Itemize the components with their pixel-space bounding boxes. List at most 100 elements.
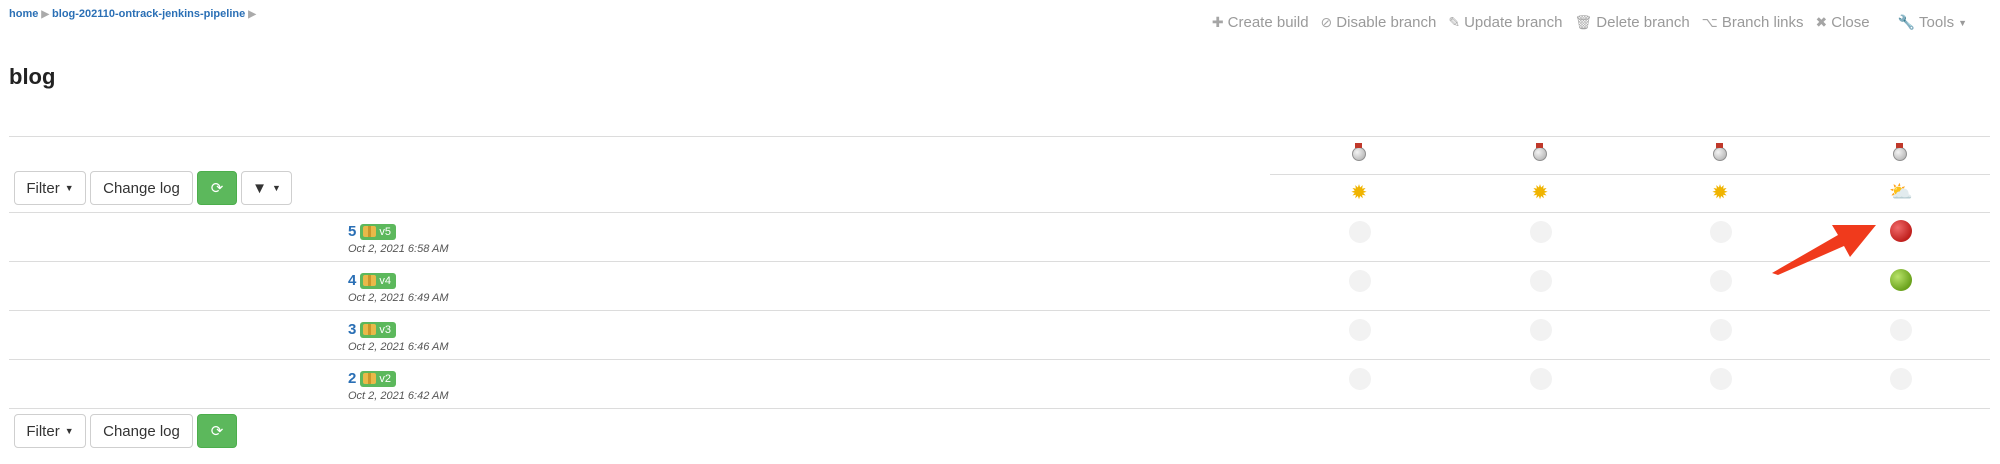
close-icon: ✖ (1815, 14, 1828, 30)
validation-status-empty[interactable] (1530, 221, 1552, 243)
chevron-down-icon: ▼ (271, 183, 281, 193)
package-icon (363, 373, 377, 384)
tools-dropdown[interactable]: 🔧 Tools ▼ (1898, 14, 1967, 31)
sunny-weather-icon: ✹ (1350, 182, 1368, 204)
filter-dropdown-button[interactable]: Filter ▼ (14, 171, 86, 205)
build-date: Oct 2, 2021 6:42 AM (348, 390, 449, 402)
table-row: 4 v4 Oct 2, 2021 6:49 AM (348, 272, 448, 304)
validation-status-empty[interactable] (1710, 221, 1732, 243)
promotion-badge[interactable]: v5 (360, 223, 396, 240)
close-label: Close (1831, 14, 1870, 31)
promotion-badge[interactable]: v2 (360, 370, 396, 387)
update-branch-button[interactable]: ✎ Update branch (1448, 14, 1562, 31)
validation-status-passed-icon[interactable] (1890, 269, 1912, 291)
branch-links-label: Branch links (1721, 14, 1804, 31)
funnel-icon: ▼ (252, 179, 267, 197)
breadcrumb-project-link[interactable]: blog-202110-ontrack-jenkins-pipeline (52, 8, 245, 20)
create-build-button[interactable]: ✚ Create build (1212, 14, 1309, 31)
table-row: 3 v3 Oct 2, 2021 6:46 AM (348, 321, 448, 353)
branch-links-button[interactable]: ⌥ Branch links (1702, 14, 1804, 31)
plus-icon: ✚ (1211, 14, 1224, 30)
table-row: 5 v5 Oct 2, 2021 6:58 AM (348, 223, 448, 255)
build-label: v2 (379, 372, 391, 385)
validation-stamp-header[interactable] (1889, 143, 1911, 161)
validation-stamp-icon (1893, 143, 1907, 161)
validation-stamp-header[interactable] (1529, 143, 1551, 161)
validation-status-empty[interactable] (1710, 319, 1732, 341)
breadcrumb-home-link[interactable]: home (9, 8, 38, 20)
package-icon (363, 324, 377, 335)
validation-status-empty[interactable] (1530, 368, 1552, 390)
tools-label: Tools (1919, 14, 1955, 31)
validation-status-empty[interactable] (1710, 270, 1732, 292)
table-row: 2 v2 Oct 2, 2021 6:42 AM (348, 370, 448, 402)
wrench-icon: 🔧 (1897, 14, 1916, 30)
branch-actions: ✚ Create build ⊘ Disable branch ✎ Update… (1212, 14, 1967, 31)
build-number-link[interactable]: 4 (348, 272, 356, 289)
validation-status-empty[interactable] (1710, 368, 1732, 390)
promotion-badge[interactable]: v3 (360, 321, 396, 338)
refresh-button[interactable]: ⟳ (197, 414, 237, 448)
build-date: Oct 2, 2021 6:49 AM (348, 292, 449, 304)
header-bottom-divider (9, 212, 1990, 213)
validation-status-empty[interactable] (1890, 319, 1912, 341)
validation-status-empty[interactable] (1349, 270, 1371, 292)
change-log-label: Change log (103, 422, 180, 440)
breadcrumb-separator-icon: ▶ (248, 8, 256, 20)
validation-status-empty[interactable] (1349, 368, 1371, 390)
row-divider (9, 261, 1990, 262)
filter-dropdown-button[interactable]: Filter ▼ (14, 414, 86, 448)
build-number-link[interactable]: 3 (348, 321, 356, 338)
build-label: v4 (379, 274, 391, 287)
filter-label: Filter (26, 179, 60, 197)
validation-stamp-icon (1533, 143, 1547, 161)
build-label: v5 (379, 225, 391, 238)
change-log-button[interactable]: Change log (90, 414, 193, 448)
build-number-link[interactable]: 2 (348, 370, 356, 387)
page-title: blog (9, 64, 56, 89)
change-log-button[interactable]: Change log (90, 171, 193, 205)
validation-stamp-header[interactable] (1348, 143, 1370, 161)
chevron-down-icon: ▼ (64, 183, 74, 193)
chevron-down-icon: ▼ (1958, 17, 1967, 28)
validation-status-failed-icon[interactable] (1890, 220, 1912, 242)
change-log-label: Change log (103, 179, 180, 197)
promotion-badge[interactable]: v4 (360, 272, 396, 289)
update-branch-label: Update branch (1464, 14, 1563, 31)
refresh-icon: ⟳ (210, 423, 224, 440)
table-top-divider (9, 136, 1990, 137)
delete-branch-label: Delete branch (1596, 14, 1690, 31)
pencil-icon: ✎ (1448, 14, 1461, 30)
validation-status-empty[interactable] (1530, 270, 1552, 292)
delete-branch-button[interactable]: 🗑 Delete branch (1574, 14, 1689, 31)
annotation-arrow-icon (1772, 225, 1876, 275)
filter-options-button[interactable]: ▼ ▼ (241, 171, 292, 205)
refresh-icon: ⟳ (210, 180, 224, 197)
row-divider (9, 359, 1990, 360)
refresh-button[interactable]: ⟳ (197, 171, 237, 205)
build-number-link[interactable]: 5 (348, 223, 356, 240)
disable-branch-label: Disable branch (1336, 14, 1437, 31)
validation-status-empty[interactable] (1530, 319, 1552, 341)
create-build-label: Create build (1227, 14, 1309, 31)
validation-status-empty[interactable] (1349, 221, 1371, 243)
close-button[interactable]: ✖ Close (1816, 14, 1870, 31)
branch-links-icon: ⌥ (1701, 14, 1718, 30)
package-icon (363, 275, 377, 286)
breadcrumb-separator-icon: ▶ (41, 8, 50, 20)
disable-branch-button[interactable]: ⊘ Disable branch (1321, 14, 1437, 31)
sunny-weather-icon: ✹ (1531, 182, 1549, 204)
validation-stamp-icon (1352, 143, 1366, 161)
ban-icon: ⊘ (1320, 14, 1333, 30)
build-label: v3 (379, 323, 391, 336)
chevron-down-icon: ▼ (64, 426, 74, 436)
sunny-weather-icon: ✹ (1711, 182, 1729, 204)
breadcrumb: home ▶ blog-202110-ontrack-jenkins-pipel… (9, 8, 259, 20)
validation-stamp-header[interactable] (1709, 143, 1731, 161)
validation-status-empty[interactable] (1890, 368, 1912, 390)
package-icon (363, 226, 377, 237)
partly-cloudy-weather-icon: ⛅ (1889, 182, 1913, 203)
validation-status-empty[interactable] (1349, 319, 1371, 341)
build-date: Oct 2, 2021 6:58 AM (348, 243, 449, 255)
header-divider (1270, 174, 1990, 175)
